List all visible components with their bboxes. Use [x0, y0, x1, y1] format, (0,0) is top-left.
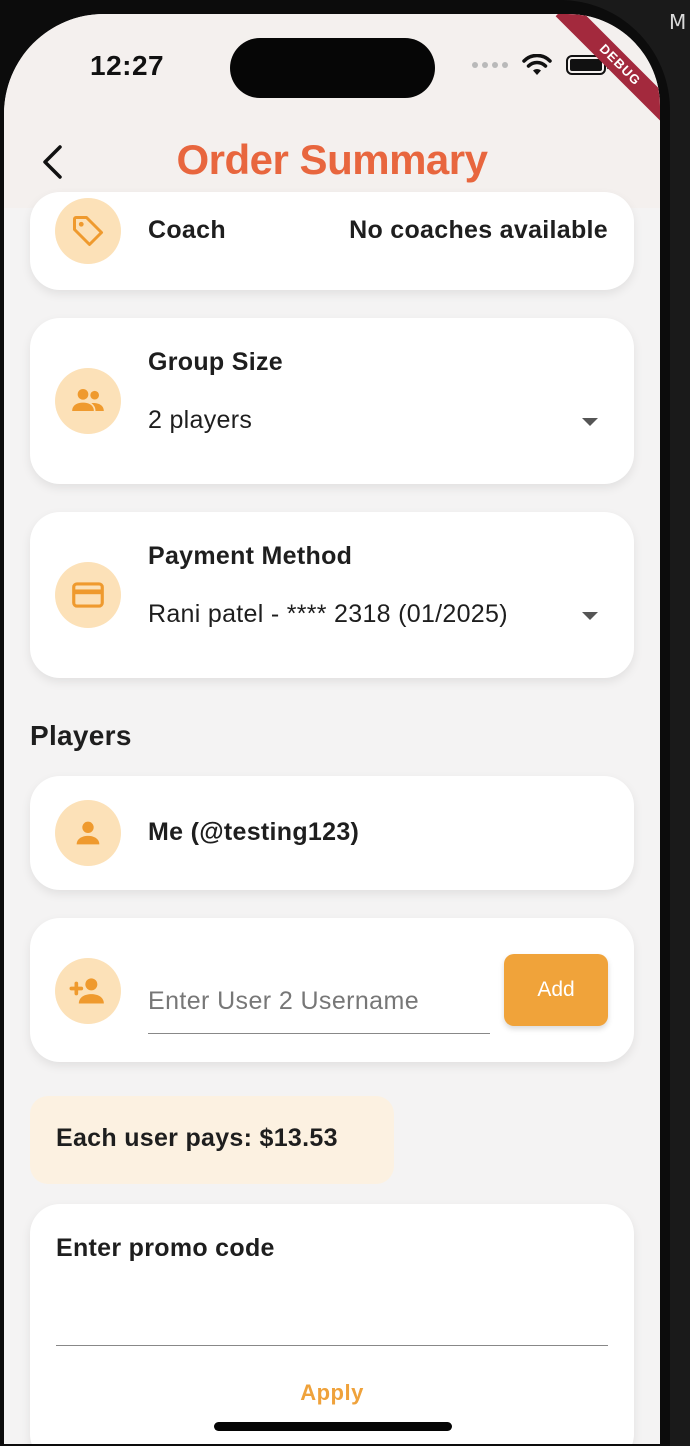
player-me-name: Me (@testing123)	[148, 818, 360, 846]
player-icon-badge	[55, 800, 121, 866]
apply-promo-button[interactable]: Apply	[30, 1380, 634, 1406]
payment-method-value[interactable]: Rani patel - **** 2318 (01/2025)	[148, 600, 508, 629]
dynamic-island	[230, 38, 435, 98]
payment-method-card[interactable]: Payment Method Rani patel - **** 2318 (0…	[30, 512, 634, 678]
person-add-icon	[69, 978, 104, 1004]
background-window-letter: M	[669, 10, 687, 34]
status-icons	[472, 54, 610, 76]
promo-code-label: Enter promo code	[56, 1234, 275, 1262]
people-icon	[72, 389, 104, 411]
app-bar: 12:27 DEBUG Order Summary	[4, 14, 660, 208]
tag-icon	[73, 216, 103, 246]
promo-code-card: Enter promo code Apply	[30, 1204, 634, 1444]
phone-frame: 12:27 DEBUG Order Summary Coach No coach…	[0, 0, 670, 1446]
cellular-signal-icon	[472, 62, 508, 68]
username-input[interactable]	[148, 970, 490, 1034]
add-player-icon-badge	[55, 958, 121, 1024]
group-size-label: Group Size	[148, 348, 283, 376]
group-size-value[interactable]: 2 players	[148, 406, 252, 435]
group-size-dropdown-icon[interactable]	[582, 418, 598, 426]
add-player-card: Add	[30, 918, 634, 1062]
coach-card: Coach No coaches available	[30, 192, 634, 290]
add-player-button[interactable]: Add	[504, 954, 608, 1026]
payment-method-label: Payment Method	[148, 542, 353, 570]
players-heading: Players	[30, 720, 132, 751]
each-user-pays-text: Each user pays: $13.53	[56, 1124, 338, 1152]
group-size-icon-badge	[55, 368, 121, 434]
split-payment-summary: Each user pays: $13.53	[30, 1096, 394, 1184]
page-title: Order Summary	[176, 136, 488, 183]
coach-value: No coaches available	[349, 216, 608, 244]
credit-card-icon	[72, 582, 104, 608]
app-screen: 12:27 DEBUG Order Summary Coach No coach…	[4, 14, 660, 1444]
player-card-me: Me (@testing123)	[30, 776, 634, 890]
home-indicator	[214, 1422, 452, 1431]
status-time: 12:27	[90, 50, 165, 81]
coach-icon-badge	[55, 198, 121, 264]
wifi-icon	[522, 54, 552, 75]
promo-code-input[interactable]	[56, 1284, 608, 1346]
coach-label: Coach	[148, 216, 226, 244]
group-size-card[interactable]: Group Size 2 players	[30, 318, 634, 484]
payment-method-dropdown-icon[interactable]	[582, 612, 598, 620]
payment-icon-badge	[55, 562, 121, 628]
person-icon	[76, 821, 100, 845]
